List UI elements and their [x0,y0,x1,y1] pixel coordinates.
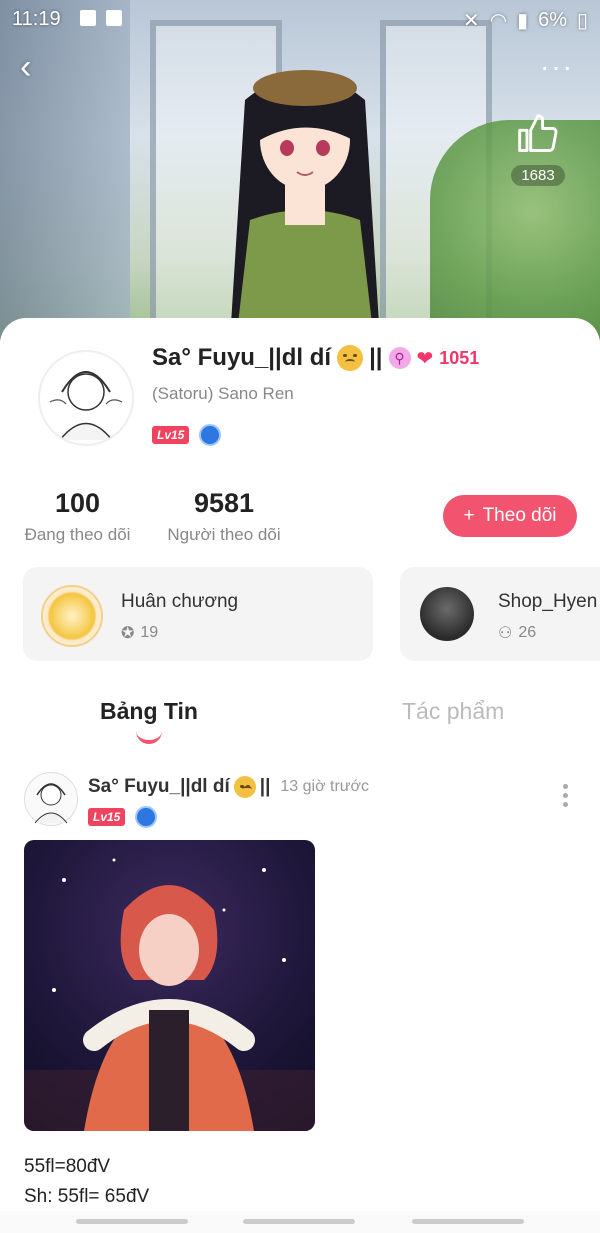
profile-name-suffix: || [369,344,383,371]
star-icon: ✪ [121,625,135,642]
search-badge-icon[interactable]: ⚲ [388,347,411,369]
level-badge[interactable]: Lv15 [152,426,190,444]
like-widget[interactable]: 1683 [506,112,570,186]
follow-button-label: Theo dõi [482,505,557,526]
cover-character [230,70,380,340]
shop-avatar [420,587,474,641]
nav-recents-handle[interactable] [76,1219,188,1224]
profile-name: Sa° Fuyu_||dl dí [152,344,332,371]
avatar-image [49,371,123,441]
followers-label: Người theo dõi [167,525,281,544]
battery-icon: ▯ [576,10,588,32]
followers-stat[interactable]: 9581 Người theo dõi [163,488,285,545]
shop-count-row: ⚇ 26 [498,623,536,643]
people-icon: ⚇ [498,625,513,642]
medals-count-row: ✪ 19 [121,623,158,643]
post-more-icon[interactable] [558,784,572,807]
tab-works[interactable]: Tác phẩm [402,698,504,725]
medals-title: Huân chương [121,591,239,612]
wifi-icon: ◠ [489,10,508,32]
mute-icon: ✕ [462,10,480,32]
post-avatar-image [34,783,68,824]
follow-button[interactable]: + Theo dõi [443,495,577,537]
gallery-icon [80,10,96,26]
shop-title: Shop_Hyen [498,591,598,612]
hearts-icon: ❤ [416,347,434,370]
post-image[interactable] [24,840,315,1131]
checkbox-icon [106,10,122,26]
like-count: 1683 [511,165,565,186]
post-text-line: 55fl=80đV [24,1156,111,1177]
post-author-suffix: || [259,776,271,797]
more-icon[interactable]: ··· [540,53,574,81]
followers-count: 9581 [193,488,255,518]
following-label: Đang theo dõi [24,525,131,544]
sad-face-emoji-icon [233,776,256,798]
verified-badge-icon[interactable] [199,424,222,446]
verified-badge-icon[interactable] [135,806,158,828]
nav-home-handle[interactable] [243,1219,355,1224]
following-count: 100 [54,488,101,518]
sad-face-emoji-icon [337,345,364,371]
status-bar: 11:19 ✕ ◠ ▮ 6% ▯ [0,0,600,36]
profile-subname: (Satoru) Sano Ren [152,384,294,403]
tab-feed[interactable]: Bảng Tin [100,698,198,725]
post-image-art [24,858,315,1131]
post-author-row: Sa° Fuyu_||dl dí || 13 giờ trước [88,776,369,798]
post-text-line: Sh: 55fl= 65đV [24,1186,150,1207]
shop-tile[interactable]: Shop_Hyen ⚇ 26 [400,567,600,661]
status-notification-icons [80,10,122,26]
profile-badges: Lv15 [152,424,222,446]
battery-text: 6% [538,9,567,31]
medal-icon [41,585,103,647]
following-stat[interactable]: 100 Đang theo dõi [20,488,135,545]
post-author-badges: Lv15 [88,806,158,828]
gesture-navigation-bar [0,1211,600,1233]
back-icon[interactable]: ‹ [20,50,52,84]
post-author-name[interactable]: Sa° Fuyu_||dl dí [88,776,230,798]
profile-tabs: Bảng Tin Tác phẩm [0,696,600,746]
nav-back-handle[interactable] [412,1219,524,1224]
status-right: ✕ ◠ ▮ 6% ▯ [463,8,588,33]
shop-count: 26 [518,624,537,641]
medals-count: 19 [140,624,159,641]
post-time: 13 giờ trước [280,778,369,795]
thumbs-up-icon[interactable] [516,112,560,156]
status-time: 11:19 [12,8,61,30]
avatar[interactable] [38,350,134,446]
profile-name-row: Sa° Fuyu_||dl dí || ⚲ ❤ 1051 [152,344,479,372]
medals-tile[interactable]: Huân chương ✪ 19 [23,567,373,661]
signal-icon: ▮ [517,10,529,32]
hearts-count: 1051 [439,347,480,368]
post-author-avatar[interactable] [24,772,78,826]
plus-icon: + [463,505,475,526]
level-badge[interactable]: Lv15 [88,808,126,826]
post-body: 55fl=80đV Sh: 55fl= 65đV [24,1152,149,1212]
